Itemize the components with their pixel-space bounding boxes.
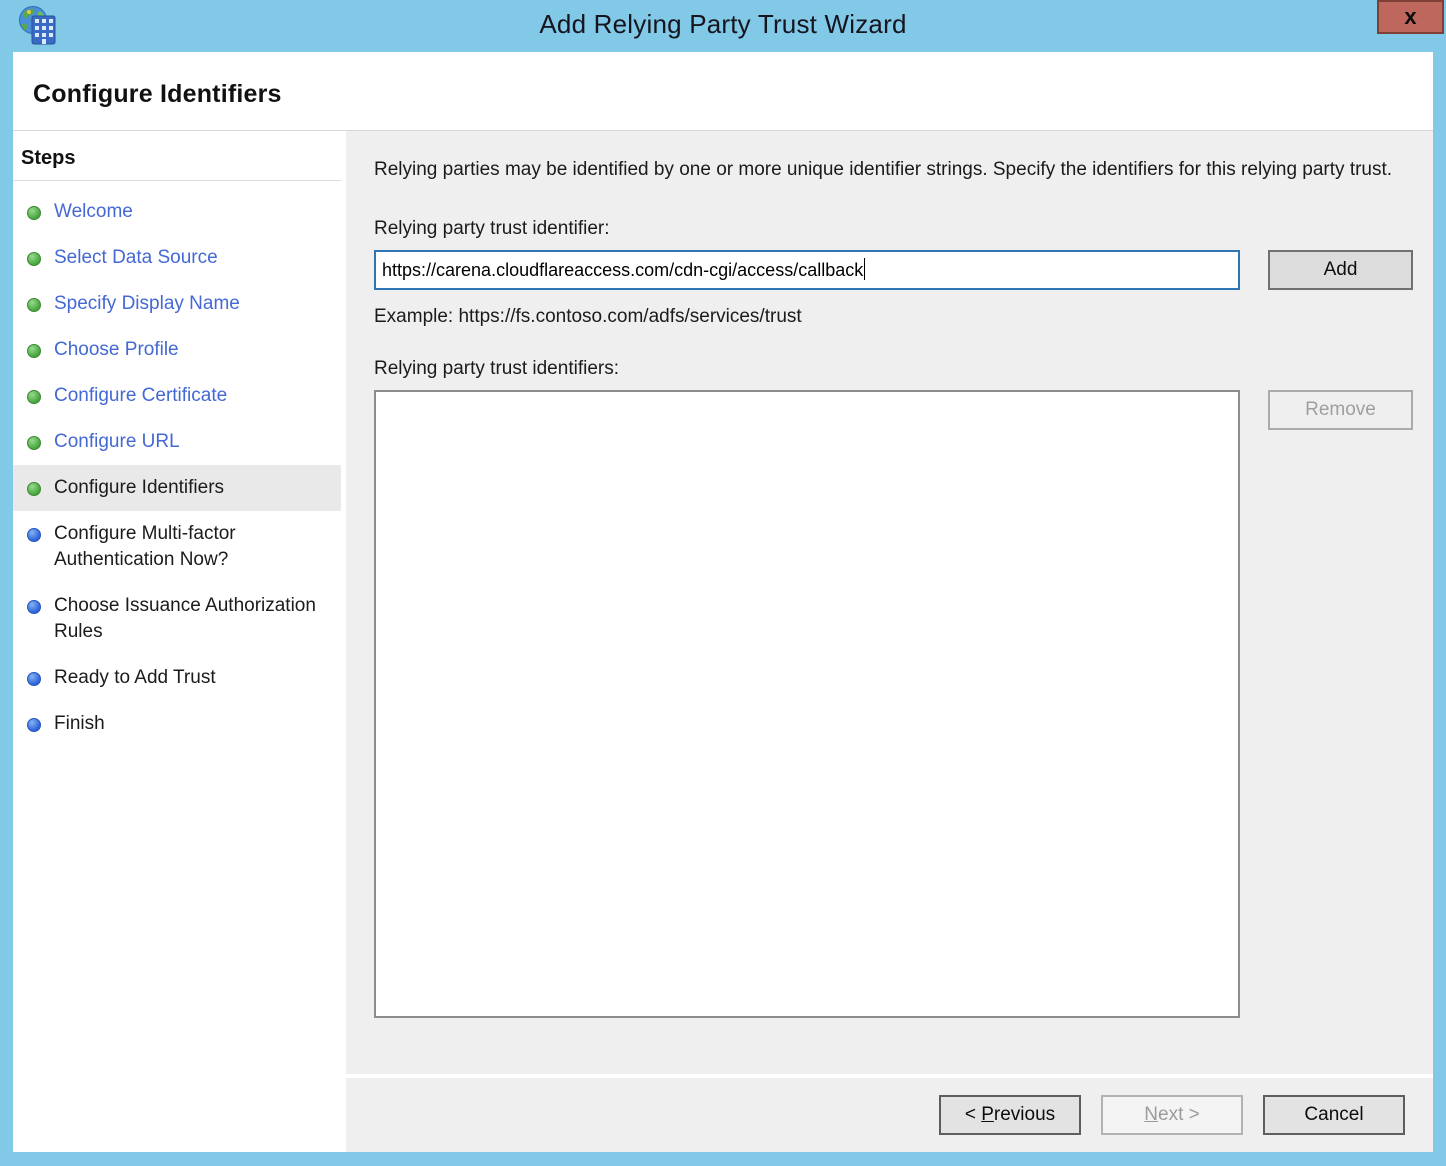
main-panel: Relying parties may be identified by one… — [346, 131, 1433, 1074]
sidebar-step-welcome[interactable]: Welcome — [13, 189, 341, 235]
steps-sidebar: Steps Welcome Select Data Source Specify D… — [13, 131, 341, 1152]
identifier-input-label: Relying party trust identifier: — [374, 218, 1413, 240]
identifier-input[interactable]: https://carena.cloudflareaccess.com/cdn-… — [374, 250, 1240, 290]
identifier-input-value: https://carena.cloudflareaccess.com/cdn-… — [382, 260, 863, 280]
title-bar: Add Relying Party Trust Wizard x — [0, 0, 1446, 52]
step-status-icon — [27, 436, 41, 450]
sidebar-step-select-data-source[interactable]: Select Data Source — [13, 235, 341, 281]
step-label: Welcome — [54, 199, 133, 225]
identifiers-list-label: Relying party trust identifiers: — [374, 358, 1413, 380]
steps-heading: Steps — [13, 143, 341, 181]
close-button[interactable]: x — [1377, 0, 1444, 34]
sidebar-step-configure-certificate[interactable]: Configure Certificate — [13, 373, 341, 419]
sidebar-step-choose-profile[interactable]: Choose Profile — [13, 327, 341, 373]
add-button[interactable]: Add — [1268, 250, 1413, 290]
intro-text: Relying parties may be identified by one… — [374, 156, 1404, 184]
step-status-icon — [27, 718, 41, 732]
step-label: Select Data Source — [54, 245, 218, 271]
step-status-icon — [27, 344, 41, 358]
sidebar-step-configure-url[interactable]: Configure URL — [13, 419, 341, 465]
sidebar-step-choose-issuance-authorization-rules[interactable]: Choose Issuance Authorization Rules — [13, 583, 341, 655]
client-area: Configure Identifiers Steps Welcome Selec… — [13, 52, 1433, 1152]
cancel-button[interactable]: Cancel — [1263, 1095, 1405, 1135]
sidebar-step-configure-multi-factor-authentication-now[interactable]: Configure Multi-factor Authentication No… — [13, 511, 341, 583]
page-header: Configure Identifiers — [13, 52, 1433, 131]
example-text: Example: https://fs.contoso.com/adfs/ser… — [374, 306, 1413, 328]
step-status-icon — [27, 672, 41, 686]
step-status-icon — [27, 528, 41, 542]
step-label: Finish — [54, 711, 105, 737]
step-label: Choose Profile — [54, 337, 179, 363]
previous-button[interactable]: < Previous — [939, 1095, 1081, 1135]
step-status-icon — [27, 206, 41, 220]
step-status-icon — [27, 482, 41, 496]
step-label: Specify Display Name — [54, 291, 240, 317]
sidebar-step-ready-to-add-trust[interactable]: Ready to Add Trust — [13, 655, 341, 701]
step-label: Configure URL — [54, 429, 180, 455]
window-title: Add Relying Party Trust Wizard — [0, 9, 1446, 40]
step-label: Choose Issuance Authorization Rules — [54, 593, 329, 645]
steps-list: Welcome Select Data Source Specify Display… — [13, 189, 341, 747]
step-status-icon — [27, 390, 41, 404]
sidebar-step-specify-display-name[interactable]: Specify Display Name — [13, 281, 341, 327]
sidebar-step-finish[interactable]: Finish — [13, 701, 341, 747]
step-label: Configure Identifiers — [54, 475, 224, 501]
wizard-window: Add Relying Party Trust Wizard x Configu… — [0, 0, 1446, 1166]
sidebar-step-configure-identifiers[interactable]: Configure Identifiers — [13, 465, 341, 511]
footer-bar: < Previous Next > Cancel — [346, 1078, 1433, 1152]
step-status-icon — [27, 600, 41, 614]
remove-button[interactable]: Remove — [1268, 390, 1413, 430]
page-title: Configure Identifiers — [33, 80, 1433, 109]
step-status-icon — [27, 252, 41, 266]
next-button[interactable]: Next > — [1101, 1095, 1243, 1135]
step-label: Configure Multi-factor Authentication No… — [54, 521, 329, 573]
text-caret — [864, 258, 865, 280]
step-label: Configure Certificate — [54, 383, 227, 409]
step-status-icon — [27, 298, 41, 312]
step-label: Ready to Add Trust — [54, 665, 216, 691]
identifiers-listbox[interactable] — [374, 390, 1240, 1018]
